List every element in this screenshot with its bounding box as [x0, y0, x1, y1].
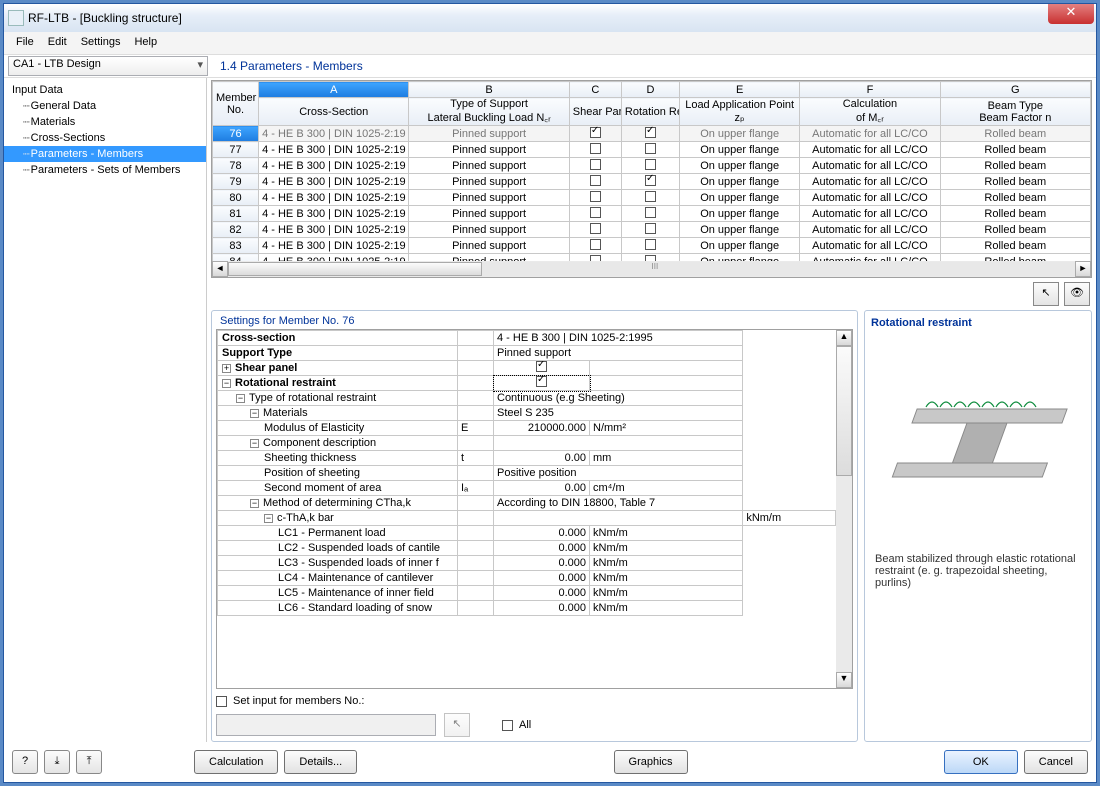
grid-row[interactable]: 784 - HE B 300 | DIN 1025-2:19Pinned sup… — [213, 158, 1091, 174]
settings-row[interactable]: LC5 - Maintenance of inner field0.000kNm… — [218, 586, 836, 601]
scroll-right-icon[interactable]: ► — [1075, 261, 1091, 277]
all-label: All — [519, 719, 531, 731]
toolrow: CA1 - LTB Design 1.4 Parameters - Member… — [4, 54, 1096, 78]
all-checkbox[interactable] — [502, 720, 513, 731]
settings-vscroll[interactable]: ▲▼ — [836, 330, 852, 688]
settings-row[interactable]: Sheeting thicknesst0.00mm — [218, 451, 836, 466]
grid-hscroll[interactable]: ◄ III ► — [212, 261, 1091, 277]
calculation-button[interactable]: Calculation — [194, 750, 278, 774]
sidebar-item-1[interactable]: ····Materials — [4, 114, 206, 130]
col-a-head[interactable]: A — [259, 82, 409, 98]
settings-row[interactable]: Cross-section4 - HE B 300 | DIN 1025-2:1… — [218, 331, 836, 346]
sidebar-head: Input Data — [4, 82, 206, 98]
menu-help[interactable]: Help — [128, 34, 163, 52]
sidebar-item-4[interactable]: ····Parameters - Sets of Members — [4, 162, 206, 178]
settings-row[interactable]: −Rotational restraint — [218, 376, 836, 391]
menubar: File Edit Settings Help — [4, 32, 1096, 54]
settings-row[interactable]: −Type of rotational restraintContinuous … — [218, 391, 836, 406]
settings-row[interactable]: LC4 - Maintenance of cantilever0.000kNm/… — [218, 571, 836, 586]
sidebar-item-3[interactable]: ····Parameters - Members — [4, 146, 206, 162]
grid-row[interactable]: 814 - HE B 300 | DIN 1025-2:19Pinned sup… — [213, 206, 1091, 222]
settings-row[interactable]: +Shear panel — [218, 361, 836, 376]
close-icon[interactable]: ✕ — [1048, 4, 1094, 24]
window-title: RF-LTB - [Buckling structure] — [28, 11, 182, 25]
settings-row[interactable]: −MaterialsSteel S 235 — [218, 406, 836, 421]
details-button[interactable]: Details... — [284, 750, 357, 774]
app-window: RF-LTB - [Buckling structure] ✕ File Edi… — [3, 3, 1097, 783]
titlebar: RF-LTB - [Buckling structure] ✕ — [4, 4, 1096, 32]
grid-row[interactable]: 834 - HE B 300 | DIN 1025-2:19Pinned sup… — [213, 238, 1091, 254]
cancel-button[interactable]: Cancel — [1024, 750, 1088, 774]
menu-edit[interactable]: Edit — [42, 34, 73, 52]
panel-title: 1.4 Parameters - Members — [212, 55, 1096, 77]
col-beamtype: Beam TypeBeam Factor n — [940, 98, 1090, 126]
menu-settings[interactable]: Settings — [75, 34, 127, 52]
col-calc: Calculationof M꜀ᵣ — [800, 98, 940, 126]
preview-image — [871, 329, 1085, 549]
set-input-label: Set input for members No.: — [233, 695, 364, 707]
export-icon[interactable]: ⤒ — [76, 750, 102, 774]
footer: ? ⤓ ⤒ Calculation Details... Graphics OK… — [4, 742, 1096, 782]
col-e-head[interactable]: E — [680, 82, 800, 98]
grid-row[interactable]: 844 - HE B 300 | DIN 1025-2:19Pinned sup… — [213, 254, 1091, 262]
settings-row[interactable]: Modulus of ElasticityE210000.000N/mm² — [218, 421, 836, 436]
app-icon — [8, 10, 24, 26]
settings-row[interactable]: Second moment of areaIₐ0.00cm⁴/m — [218, 481, 836, 496]
view-icon[interactable]: 👁 — [1064, 282, 1090, 306]
members-input[interactable] — [216, 714, 436, 736]
grid-row[interactable]: 764 - HE B 300 | DIN 1025-2:19Pinned sup… — [213, 126, 1091, 142]
col-crosssection: Cross-Section — [259, 98, 409, 126]
settings-row[interactable]: Position of sheetingPositive position — [218, 466, 836, 481]
import-icon[interactable]: ⤓ — [44, 750, 70, 774]
col-d-head[interactable]: D — [621, 82, 679, 98]
set-input-checkbox[interactable] — [216, 696, 227, 707]
col-member: MemberNo. — [213, 82, 259, 126]
col-support: Type of SupportLateral Buckling Load N꜀ᵣ — [409, 98, 569, 126]
settings-row[interactable]: Support TypePinned support — [218, 346, 836, 361]
members-grid[interactable]: MemberNo. A B C D E F G Cross-Section Ty… — [211, 80, 1092, 278]
col-rotationrestraint: Rotation Restraint — [621, 98, 679, 126]
preview-title: Rotational restraint — [871, 317, 1085, 329]
sidebar-item-0[interactable]: ····General Data — [4, 98, 206, 114]
settings-row[interactable]: −Component description — [218, 436, 836, 451]
sidebar: Input Data ····General Data····Materials… — [4, 78, 207, 742]
case-combo[interactable]: CA1 - LTB Design — [8, 56, 208, 76]
col-b-head[interactable]: B — [409, 82, 569, 98]
grid-row[interactable]: 804 - HE B 300 | DIN 1025-2:19Pinned sup… — [213, 190, 1091, 206]
settings-row[interactable]: LC2 - Suspended loads of cantile0.000kNm… — [218, 541, 836, 556]
grid-row[interactable]: 824 - HE B 300 | DIN 1025-2:19Pinned sup… — [213, 222, 1091, 238]
settings-title: Settings for Member No. 76 — [216, 315, 853, 327]
menu-file[interactable]: File — [10, 34, 40, 52]
help-icon[interactable]: ? — [12, 750, 38, 774]
ok-button[interactable]: OK — [944, 750, 1018, 774]
settings-row[interactable]: −c-ThA,k barkNm/m — [218, 511, 836, 526]
preview-panel: Rotational restraint — [864, 310, 1092, 742]
settings-row[interactable]: −Method of determining CTha,kAccording t… — [218, 496, 836, 511]
sidebar-item-2[interactable]: ····Cross-Sections — [4, 130, 206, 146]
grid-row[interactable]: 794 - HE B 300 | DIN 1025-2:19Pinned sup… — [213, 174, 1091, 190]
settings-row[interactable]: LC1 - Permanent load0.000kNm/m — [218, 526, 836, 541]
preview-text: Beam stabilized through elastic rotation… — [871, 549, 1085, 593]
settings-panel: Settings for Member No. 76 Cross-section… — [211, 310, 858, 742]
pick-members-icon: ↖ — [444, 713, 470, 737]
col-c-head[interactable]: C — [569, 82, 621, 98]
col-f-head[interactable]: F — [800, 82, 940, 98]
settings-row[interactable]: LC6 - Standard loading of snow0.000kNm/m — [218, 601, 836, 616]
col-loadapp: Load Application Pointzₚ — [680, 98, 800, 126]
scroll-left-icon[interactable]: ◄ — [212, 261, 228, 277]
graphics-button[interactable]: Graphics — [614, 750, 688, 774]
col-shearpanel: Shear Panel — [569, 98, 621, 126]
settings-row[interactable]: LC3 - Suspended loads of inner f0.000kNm… — [218, 556, 836, 571]
col-g-head[interactable]: G — [940, 82, 1090, 98]
pick-icon[interactable]: ↖ — [1033, 282, 1059, 306]
grid-row[interactable]: 774 - HE B 300 | DIN 1025-2:19Pinned sup… — [213, 142, 1091, 158]
